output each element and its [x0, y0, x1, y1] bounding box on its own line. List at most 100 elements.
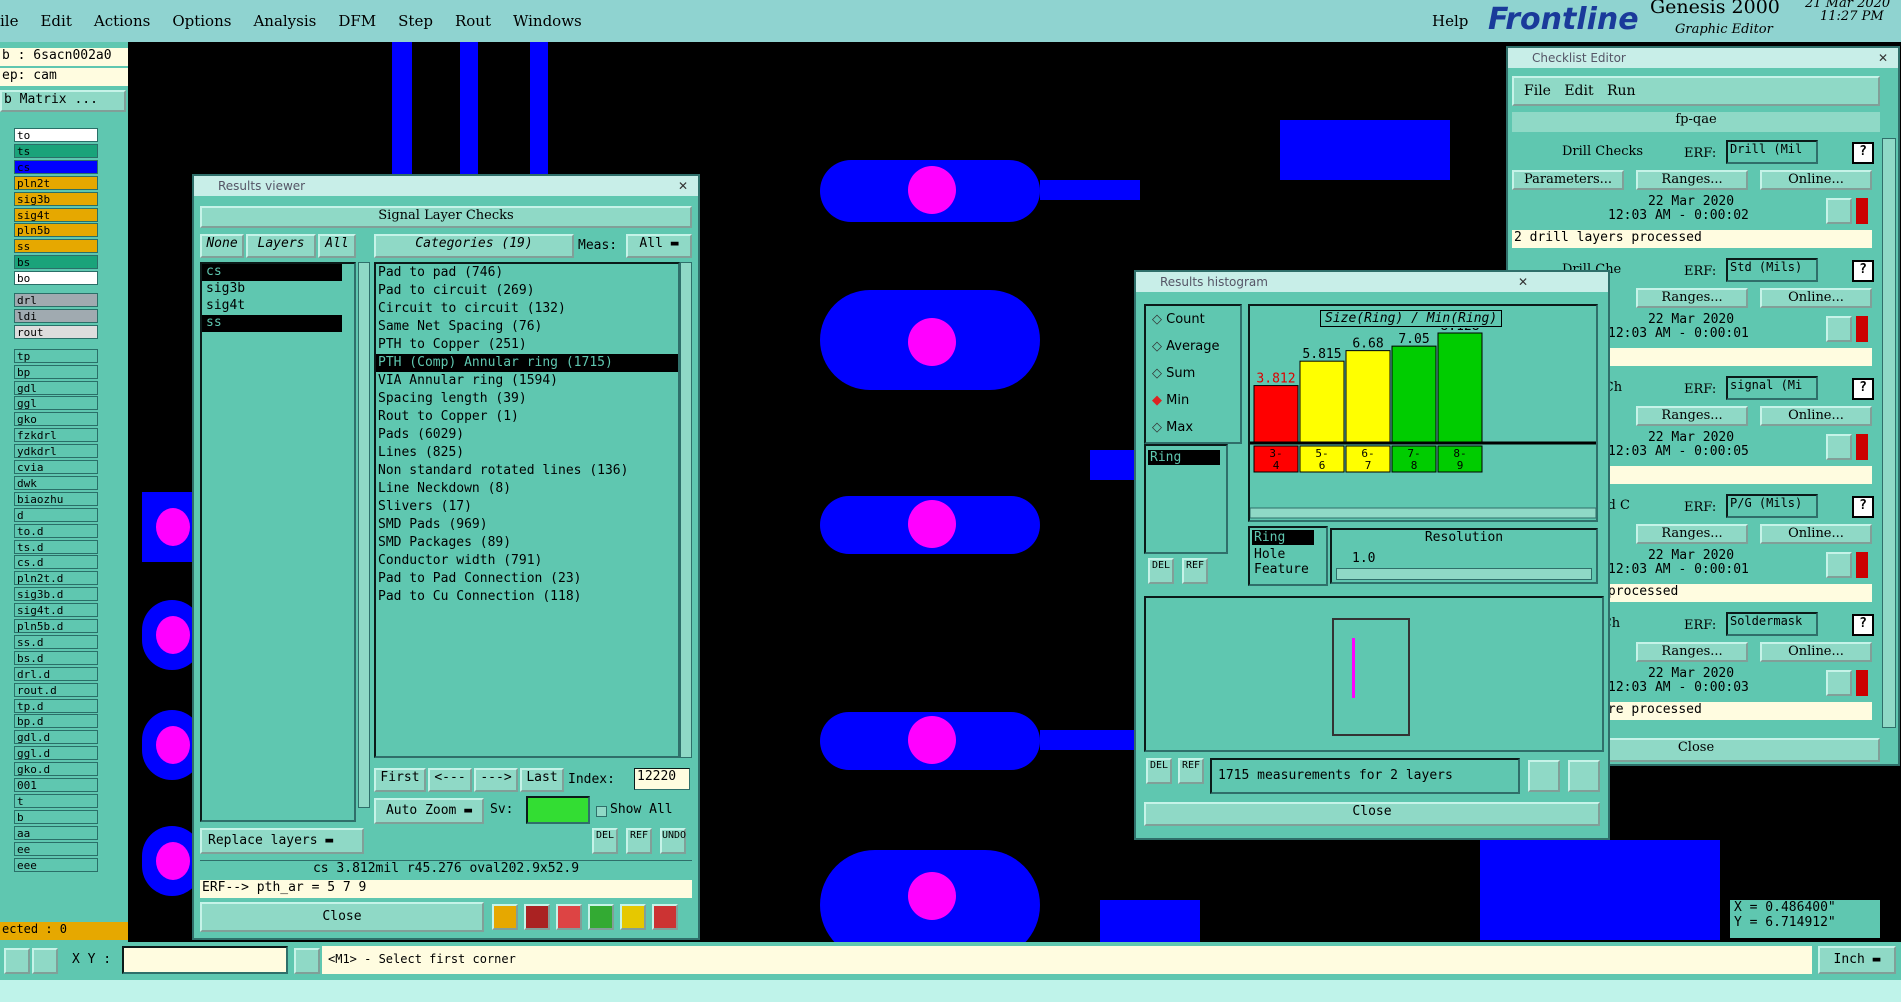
tool-icon[interactable] — [588, 904, 614, 930]
job-matrix-button[interactable]: b Matrix ... — [0, 90, 126, 112]
sv-color-dropdown[interactable] — [526, 796, 590, 824]
tab-all[interactable]: All — [318, 234, 356, 258]
layer-bo[interactable]: bo — [14, 271, 98, 286]
category-item[interactable]: PTH (Comp) Annular ring (1715) — [376, 354, 678, 372]
category-item[interactable]: Lines (825) — [376, 444, 678, 462]
layer-pln5b.d[interactable]: pln5b.d — [14, 619, 98, 633]
last-button[interactable]: Last — [520, 768, 564, 792]
layer-ggl[interactable]: ggl — [14, 396, 98, 411]
layer-ggl.d[interactable]: ggl.d — [14, 746, 98, 761]
close-icon[interactable]: ✕ — [1518, 272, 1528, 292]
menu-edit[interactable]: Edit — [40, 12, 71, 30]
layer-ydkdrl[interactable]: ydkdrl — [14, 444, 98, 459]
online-button[interactable]: Online... — [1760, 170, 1872, 190]
prev-button[interactable]: <--- — [428, 768, 472, 792]
undo-button[interactable]: UNDO — [660, 828, 686, 854]
menu-file[interactable]: ile — [0, 12, 18, 30]
categories-header[interactable]: Categories (19) — [374, 234, 574, 258]
scrollbar[interactable] — [358, 262, 370, 808]
stat-option-count[interactable]: ◇ Count — [1146, 306, 1240, 333]
layer-pln5b[interactable]: pln5b — [14, 223, 98, 238]
layer-cs.d[interactable]: cs.d — [14, 555, 98, 570]
ref-button[interactable]: REF — [626, 828, 652, 854]
close-button[interactable]: Close — [200, 902, 484, 932]
layer-biaozhu[interactable]: biaozhu — [14, 491, 98, 506]
menu-rout[interactable]: Rout — [455, 12, 491, 30]
help-icon[interactable]: ? — [1852, 614, 1874, 636]
layer-item[interactable]: sig4t — [202, 298, 342, 315]
layer-bp[interactable]: bp — [14, 364, 98, 379]
layer-to[interactable]: to — [14, 128, 98, 142]
layer-t[interactable]: t — [14, 793, 98, 808]
layer-item[interactable]: cs — [202, 264, 342, 281]
layer-eee[interactable]: eee — [14, 857, 98, 872]
histogram-bar[interactable] — [1391, 345, 1437, 443]
layer-bp.d[interactable]: bp.d — [14, 714, 98, 729]
tool-icon[interactable] — [556, 904, 582, 930]
layer-gko[interactable]: gko — [14, 412, 98, 427]
stat-option-min[interactable]: ◆ Min — [1146, 387, 1240, 414]
tool-icon[interactable] — [524, 904, 550, 930]
category-item[interactable]: Pad to pad (746) — [376, 264, 678, 282]
close-icon[interactable]: ✕ — [678, 176, 688, 196]
histogram-bar[interactable] — [1299, 360, 1345, 443]
layer-tp[interactable]: tp — [14, 348, 98, 363]
erf-field[interactable]: Drill (Mil — [1726, 140, 1818, 164]
erf-field[interactable]: P/G (Mils) — [1726, 494, 1818, 518]
stat-option-average[interactable]: ◇ Average — [1146, 333, 1240, 360]
layer-bs.d[interactable]: bs.d — [14, 650, 98, 665]
histogram-bar[interactable] — [1437, 332, 1483, 443]
menu-edit[interactable]: Edit — [1564, 83, 1593, 99]
category-item[interactable]: Circuit to circuit (132) — [376, 300, 678, 318]
layer-ts.d[interactable]: ts.d — [14, 539, 98, 554]
category-item[interactable]: Same Net Spacing (76) — [376, 318, 678, 336]
auto-zoom-dropdown[interactable]: Auto Zoom ▬ — [374, 798, 484, 824]
category-item[interactable]: Rout to Copper (1) — [376, 408, 678, 426]
ranges-button[interactable]: Ranges... — [1636, 170, 1748, 190]
layer-rout.d[interactable]: rout.d — [14, 682, 98, 697]
zoom-icon[interactable] — [1826, 434, 1852, 460]
zoom-icon[interactable] — [1826, 316, 1852, 342]
help-icon[interactable]: ? — [1852, 496, 1874, 518]
category-item[interactable]: VIA Annular ring (1594) — [376, 372, 678, 390]
category-item[interactable]: Pad to Pad Connection (23) — [376, 570, 678, 588]
check-name[interactable]: Drill Checks — [1562, 144, 1643, 159]
histogram-bar[interactable] — [1253, 385, 1299, 443]
ranges-button[interactable]: Ranges... — [1636, 524, 1748, 544]
zoom-icon[interactable] — [1826, 198, 1852, 224]
unit-dropdown[interactable]: Inch ▬ — [1818, 946, 1896, 974]
zoom-icon[interactable] — [1528, 760, 1560, 792]
stat-option-max[interactable]: ◇ Max — [1146, 414, 1240, 441]
category-item[interactable]: Pads (6029) — [376, 426, 678, 444]
xy-input[interactable] — [122, 946, 288, 974]
ref-button[interactable]: REF — [1178, 758, 1204, 784]
menu-windows[interactable]: Windows — [513, 12, 582, 30]
layer-dwk[interactable]: dwk — [14, 475, 98, 490]
menu-dfm[interactable]: DFM — [338, 12, 376, 30]
del-button[interactable]: DEL — [592, 828, 618, 854]
zoom-icon[interactable] — [1568, 760, 1600, 792]
help-icon[interactable]: ? — [1852, 378, 1874, 400]
next-button[interactable]: ---> — [474, 768, 518, 792]
category-item[interactable]: Line Neckdown (8) — [376, 480, 678, 498]
layer-aa[interactable]: aa — [14, 825, 98, 840]
layer-bs[interactable]: bs — [14, 255, 98, 270]
stat-option-sum[interactable]: ◇ Sum — [1146, 360, 1240, 387]
menu-run[interactable]: Run — [1607, 83, 1636, 99]
layer-drl[interactable]: drl — [14, 293, 98, 307]
layer-ts[interactable]: ts — [14, 143, 98, 158]
show-all-checkbox[interactable] — [596, 806, 607, 817]
layer-to.d[interactable]: to.d — [14, 523, 98, 538]
mode-hole[interactable]: Hole — [1250, 547, 1326, 562]
resolution-slider[interactable] — [1336, 568, 1592, 580]
layer-gko.d[interactable]: gko.d — [14, 762, 98, 777]
online-button[interactable]: Online... — [1760, 642, 1872, 662]
layer-pln2t[interactable]: pln2t — [14, 175, 98, 190]
tool-icon[interactable] — [492, 904, 518, 930]
category-item[interactable]: SMD Pads (969) — [376, 516, 678, 534]
online-button[interactable]: Online... — [1760, 288, 1872, 308]
category-item[interactable]: Slivers (17) — [376, 498, 678, 516]
index-field[interactable]: 12220 — [634, 768, 690, 790]
layer-sig4t[interactable]: sig4t — [14, 207, 98, 222]
first-button[interactable]: First — [374, 768, 426, 792]
